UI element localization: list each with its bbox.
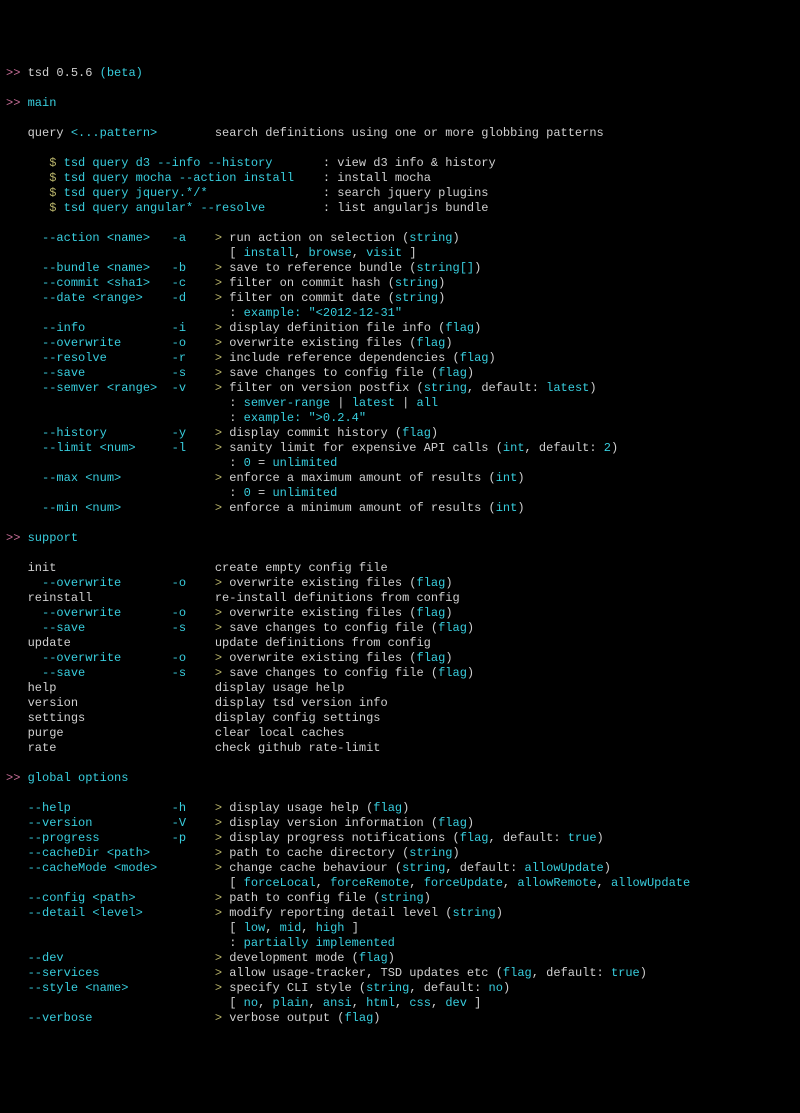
terminal-output: >> tsd 0.5.6 (beta) >> main query <...pa… [6,66,794,1026]
